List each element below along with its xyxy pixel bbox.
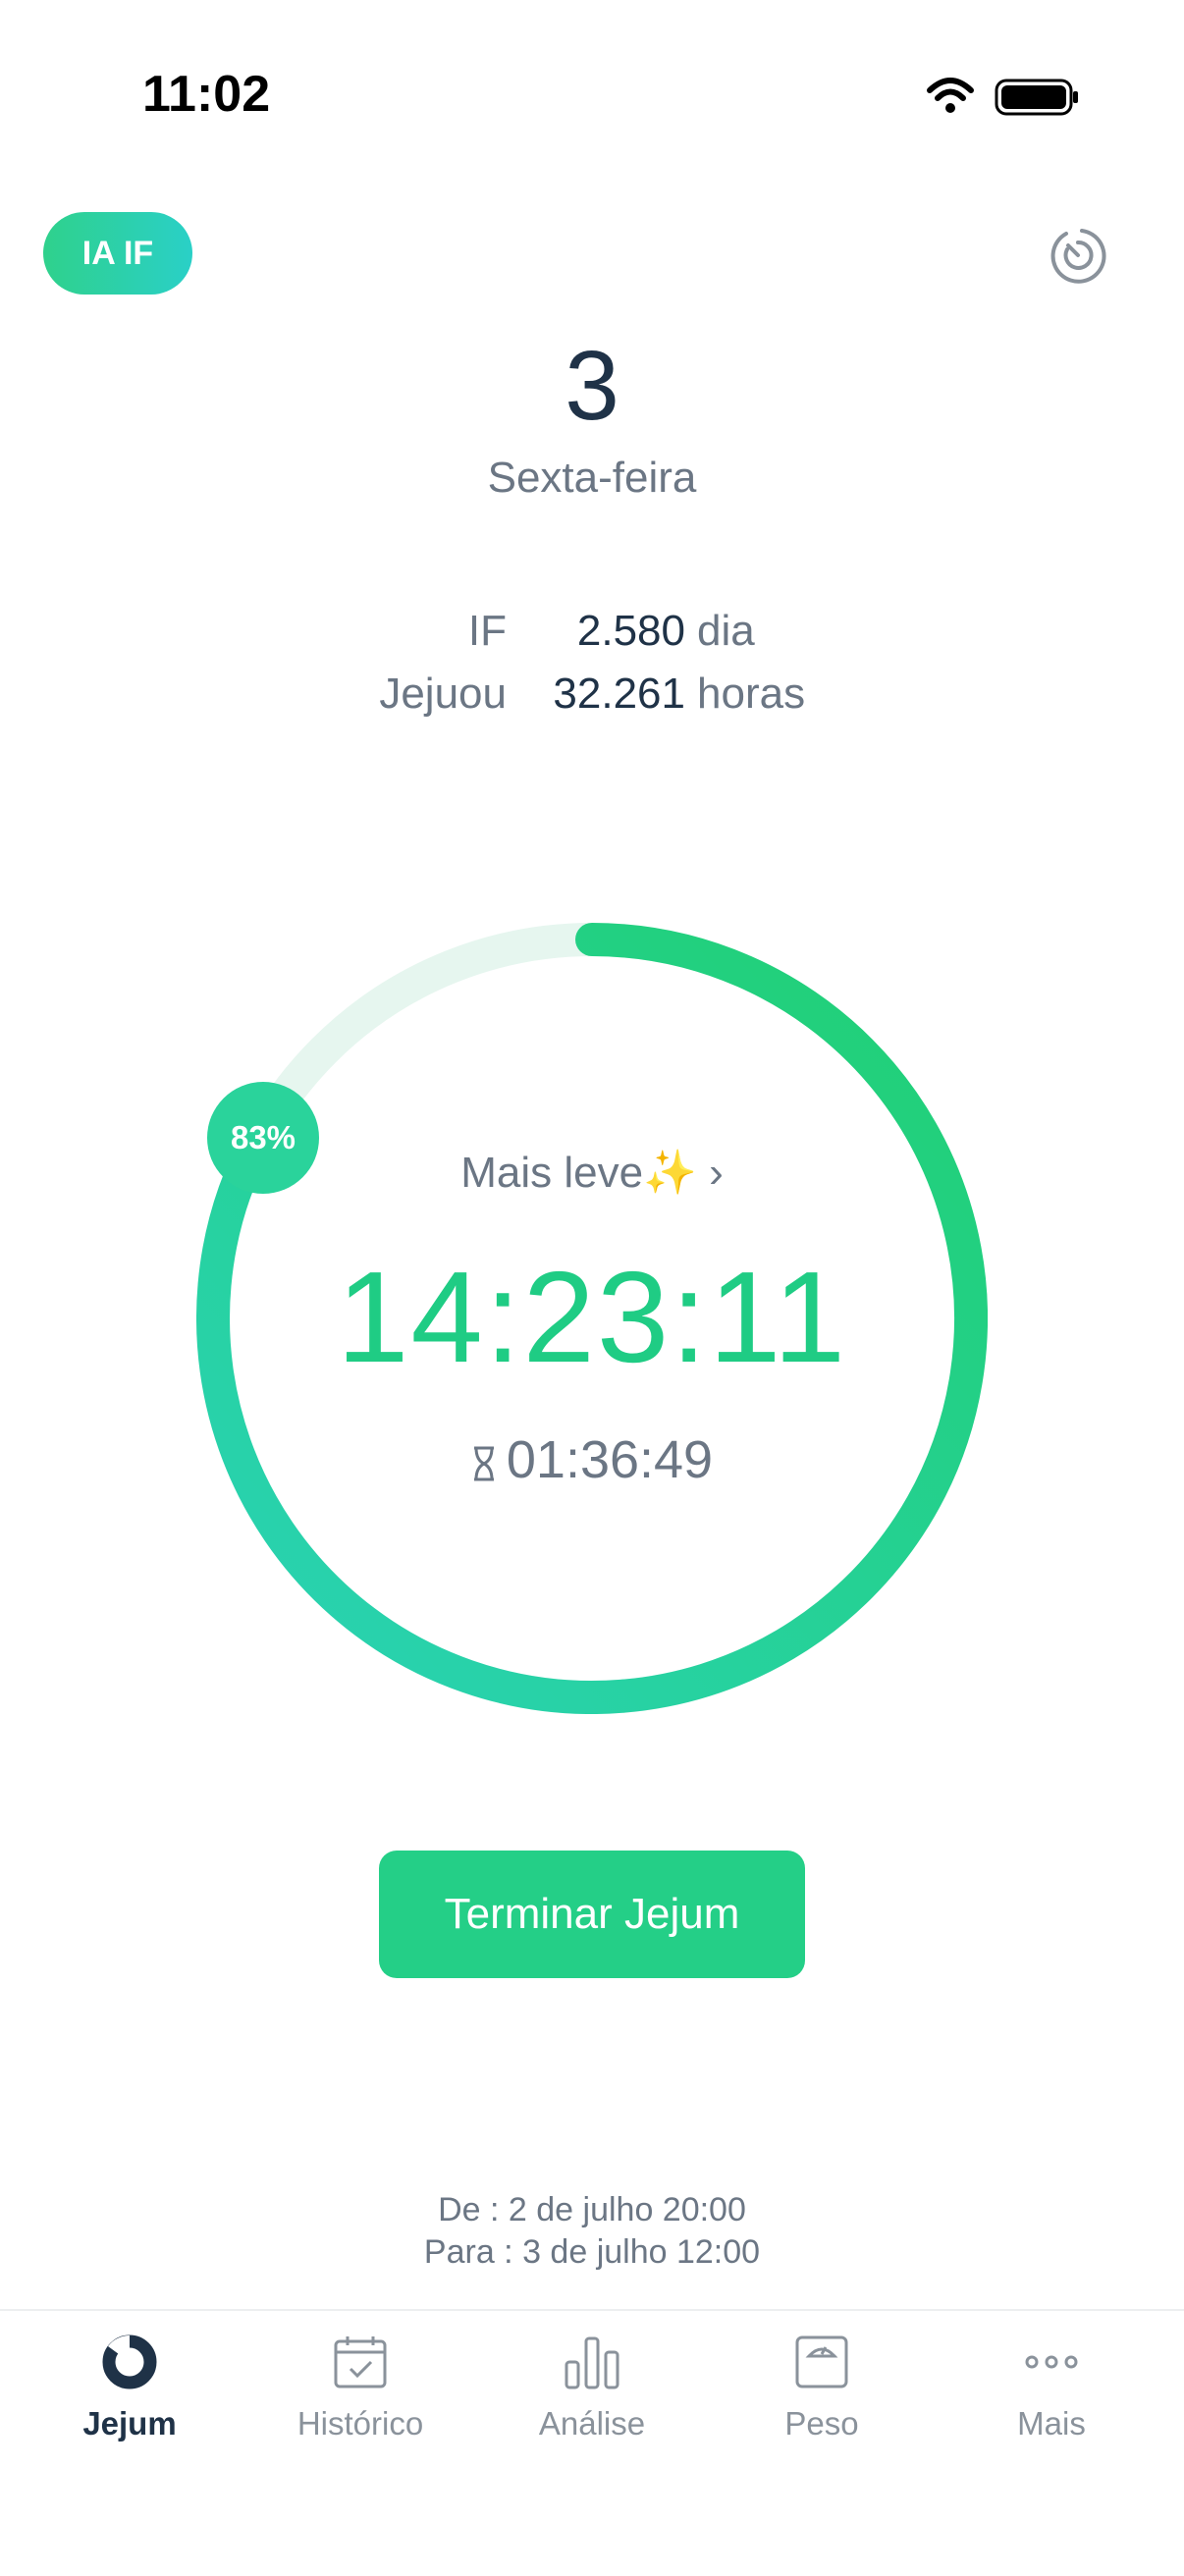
tab-label: Análise xyxy=(538,2405,646,2442)
remaining-time: 01:36:49 xyxy=(0,1429,1184,1490)
ia-if-button[interactable]: IA IF xyxy=(43,212,192,295)
stat-value: 2.580 xyxy=(576,607,685,655)
mood-link[interactable]: Mais leve✨ › xyxy=(0,1147,1184,1198)
stat-label: IF xyxy=(467,607,507,655)
stat-unit: horas xyxy=(697,670,806,718)
tab-label: Histórico xyxy=(296,2405,424,2442)
hourglass-icon xyxy=(473,1446,494,1481)
more-icon xyxy=(1025,2355,1078,2369)
tab-label: Jejum xyxy=(82,2405,177,2442)
end-fast-button[interactable]: Terminar Jejum xyxy=(379,1851,805,1978)
stat-label: Jejuou xyxy=(379,670,507,718)
day-name: Sexta-feira xyxy=(487,454,697,502)
tab-analise[interactable]: Análise xyxy=(494,2333,690,2442)
stat-value: 32.261 xyxy=(553,670,685,718)
status-time: 11:02 xyxy=(142,66,271,123)
battery-icon xyxy=(995,79,1078,116)
stat-unit: dia xyxy=(697,607,755,655)
fasting-icon xyxy=(102,2334,157,2389)
stat-row-fasted: Jejuou 32.261 horas xyxy=(0,670,1184,728)
elapsed-timer: 14:23:11 xyxy=(336,1245,848,1389)
remaining-time-value: 01:36:49 xyxy=(506,1430,714,1489)
tab-label: Mais xyxy=(1017,2405,1086,2442)
schedule-from: De : 2 de julho 20:00 xyxy=(438,2191,746,2228)
stat-row-if: IF 2.580 dia xyxy=(0,607,1184,666)
schedule-to: Para : 3 de julho 12:00 xyxy=(423,2233,761,2271)
tab-historico[interactable]: Histórico xyxy=(262,2333,458,2442)
calendar-icon xyxy=(334,2336,387,2388)
fast-schedule: De : 2 de julho 20:00 Para : 3 de julho … xyxy=(0,2189,1184,2274)
day-number: 3 xyxy=(565,331,619,441)
status-icons xyxy=(927,78,1078,116)
scale-icon xyxy=(795,2335,848,2388)
tab-label: Peso xyxy=(784,2405,859,2442)
wifi-icon xyxy=(927,78,974,113)
tab-mais[interactable]: Mais xyxy=(953,2333,1150,2442)
timer-reset-icon[interactable] xyxy=(1047,224,1109,287)
tab-peso[interactable]: Peso xyxy=(724,2333,920,2442)
tab-jejum[interactable]: Jejum xyxy=(31,2333,228,2442)
bar-chart-icon xyxy=(565,2336,619,2389)
tab-bar: Jejum Histórico Análise Peso Mais xyxy=(0,2309,1184,2576)
